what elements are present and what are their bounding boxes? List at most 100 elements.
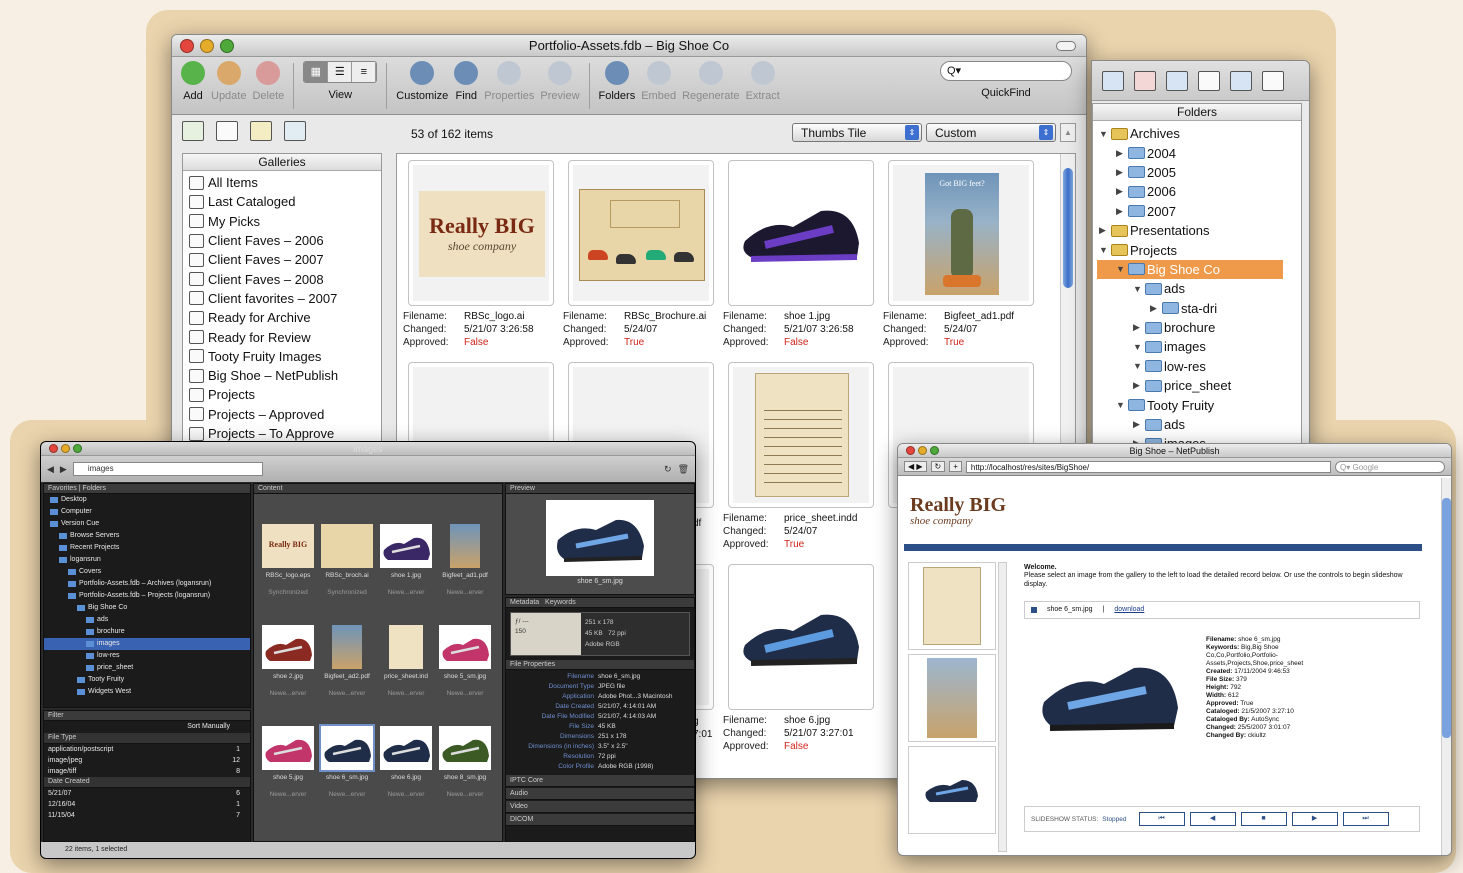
gallery-item[interactable]: Projects <box>183 385 381 404</box>
slideshow-control-button[interactable]: ⏮ <box>1138 812 1185 826</box>
reload-icon[interactable]: ↻ <box>930 461 946 472</box>
filter-item[interactable]: application/postscript 1 <box>44 744 250 755</box>
gallery-thumb-shoe[interactable] <box>908 746 996 834</box>
thumbnail-tile[interactable]: Filename: price_sheet.indd Changed: 5/24/07… <box>723 362 883 562</box>
folder-item[interactable]: ▶ ads <box>1097 415 1283 434</box>
nav-item[interactable]: Portfolio-Assets.fdb – Archives (logansr… <box>44 578 250 590</box>
folder-item[interactable]: ▼ Archives <box>1097 124 1283 143</box>
sync-icon[interactable] <box>1230 71 1252 91</box>
thumbnail-tile[interactable]: Filename: shoe 1.jpg Changed: 5/21/07 3:26:… <box>723 160 883 360</box>
disclosure-open-icon[interactable]: ▼ <box>1099 129 1111 139</box>
folder-item[interactable]: ▶ brochure <box>1097 318 1283 337</box>
disclosure-open-icon[interactable]: ▼ <box>1133 284 1145 294</box>
properties-button[interactable]: Properties <box>484 61 534 102</box>
folder-item[interactable]: ▼ images <box>1097 337 1283 356</box>
back-icon[interactable]: ◀ <box>47 464 54 475</box>
folder-item[interactable]: ▶ 2007 <box>1097 202 1283 221</box>
thumbnail-tile[interactable]: Filename: shoe 6.jpg Changed: 5/21/07 3:27:… <box>723 564 883 764</box>
disclosure-open-icon[interactable]: ▼ <box>1133 342 1145 352</box>
filter-item[interactable]: 12/16/04 1 <box>44 799 250 810</box>
minimize-button[interactable] <box>918 446 927 455</box>
content-thumbnail[interactable]: shoe 8_sm.jpg Newe...erver <box>437 726 493 798</box>
folder-item[interactable]: ▼ ads <box>1097 279 1283 298</box>
gallery-item[interactable]: Projects – Approved <box>183 405 381 424</box>
gallery-thumb-ad[interactable] <box>908 654 996 742</box>
metadata-section[interactable]: DICOM <box>506 814 694 826</box>
disclosure-closed-icon[interactable]: ▶ <box>1133 380 1145 391</box>
folders-button[interactable]: Folders <box>599 61 635 102</box>
filter-group-title[interactable]: File Type <box>44 733 250 744</box>
sort-manually[interactable]: Sort Manually <box>44 721 250 733</box>
nav-item[interactable]: Big Shoe Co <box>44 602 250 614</box>
trash-icon[interactable] <box>1198 71 1220 91</box>
back-forward-buttons[interactable]: ◀ ▶ <box>904 461 927 472</box>
gallery-item[interactable]: Last Cataloged <box>183 192 381 211</box>
disclosure-closed-icon[interactable]: ▶ <box>1150 303 1162 314</box>
forward-icon[interactable]: ▶ <box>60 464 67 475</box>
metadata-section[interactable]: Video <box>506 801 694 813</box>
trash-icon[interactable] <box>216 121 238 141</box>
browser-scrollbar[interactable] <box>1441 478 1451 855</box>
find-button[interactable]: Find <box>454 61 479 102</box>
content-thumbnail[interactable]: RBSc_broch.ai Synchronized <box>319 524 375 596</box>
thumbnail-tile[interactable]: Really BIG shoe company Filename: RBSc_logo… <box>403 160 563 360</box>
nav-item[interactable]: Tooty Fruity <box>44 674 250 686</box>
nav-item[interactable]: low-res <box>44 650 250 662</box>
filter-tab[interactable]: Filter <box>44 711 250 721</box>
favorites-folders-tabs[interactable]: Favorites | Folders <box>44 484 250 494</box>
gallery-scrollbar[interactable] <box>998 562 1007 852</box>
folder-item[interactable]: ▼ low-res <box>1097 357 1283 376</box>
google-search-input[interactable]: Q▾ Google <box>1335 460 1445 473</box>
metadata-section[interactable]: IPTC Core <box>506 775 694 787</box>
filter-item[interactable]: image/jpeg 12 <box>44 755 250 766</box>
gallery-item[interactable]: Client Faves – 2007 <box>183 250 381 269</box>
preview-button[interactable]: Preview <box>540 61 580 102</box>
folder-item[interactable]: ▼ Big Shoe Co <box>1097 259 1283 280</box>
nav-item[interactable]: Covers <box>44 566 250 578</box>
gallery-settings-icon[interactable] <box>284 121 306 141</box>
content-tab[interactable]: Content <box>254 484 502 494</box>
content-thumbnail[interactable]: shoe 6.jpg Newe...erver <box>378 726 434 798</box>
thumbnail-tile[interactable]: Filename: RBSc_Brochure.ai Changed: 5/24/07… <box>563 160 723 360</box>
disclosure-closed-icon[interactable]: ▶ <box>1116 167 1128 178</box>
toolbar-toggle[interactable] <box>1056 41 1076 51</box>
disclosure-closed-icon[interactable]: ▶ <box>1133 419 1145 430</box>
folder-item[interactable]: ▶ Presentations <box>1097 221 1283 240</box>
smart-gallery-icon[interactable] <box>250 121 272 141</box>
folder-item[interactable]: ▶ 2005 <box>1097 163 1283 182</box>
filter-item[interactable]: 5/21/07 6 <box>44 788 250 799</box>
filter-item[interactable]: image/tiff 8 <box>44 766 250 777</box>
view-control[interactable]: ▦ ☰ ≡ View <box>303 61 378 101</box>
url-field[interactable]: http://localhost/res/sites/BigShoe/ <box>965 460 1331 473</box>
metadata-section[interactable]: Audio <box>506 788 694 800</box>
add-button[interactable]: Add <box>181 61 205 102</box>
nav-item[interactable]: brochure <box>44 626 250 638</box>
nav-item[interactable]: Computer <box>44 506 250 518</box>
gallery-item[interactable]: All Items <box>183 173 381 192</box>
minimize-button[interactable] <box>200 39 214 53</box>
gallery-item[interactable]: Client Faves – 2006 <box>183 231 381 250</box>
slideshow-control-button[interactable]: ⏭ <box>1342 812 1389 826</box>
regenerate-button[interactable]: Regenerate <box>682 61 740 102</box>
content-thumbnail[interactable]: price_sheet.ind Newe...erver <box>378 625 434 697</box>
folder-item[interactable]: ▶ price_sheet <box>1097 376 1283 395</box>
folder-open-icon[interactable] <box>1102 71 1124 91</box>
folder-new-icon[interactable] <box>1166 71 1188 91</box>
content-thumbnail[interactable]: shoe 5_sm.jpg Newe...erver <box>437 625 493 697</box>
info-icon[interactable] <box>1262 71 1284 91</box>
folder-item[interactable]: ▼ Projects <box>1097 240 1283 259</box>
slideshow-control-button[interactable]: ▶ <box>1291 812 1338 826</box>
nav-item[interactable]: Desktop <box>44 494 250 506</box>
trash-icon[interactable]: 🗑 <box>678 464 689 475</box>
gallery-item[interactable]: Ready for Archive <box>183 308 381 327</box>
embed-button[interactable]: Embed <box>641 61 676 102</box>
nav-item[interactable]: logansrun <box>44 554 250 566</box>
folder-item[interactable]: ▶ 2006 <box>1097 182 1283 201</box>
folder-item[interactable]: ▼ Tooty Fruity <box>1097 395 1283 414</box>
quickfind-search-input[interactable]: Q▾ <box>940 61 1072 81</box>
disclosure-closed-icon[interactable]: ▶ <box>1116 206 1128 217</box>
close-button[interactable] <box>180 39 194 53</box>
scroll-thumb[interactable] <box>1063 168 1073 288</box>
preview-tab[interactable]: Preview <box>506 484 694 494</box>
nav-item[interactable]: Browse Servers <box>44 530 250 542</box>
